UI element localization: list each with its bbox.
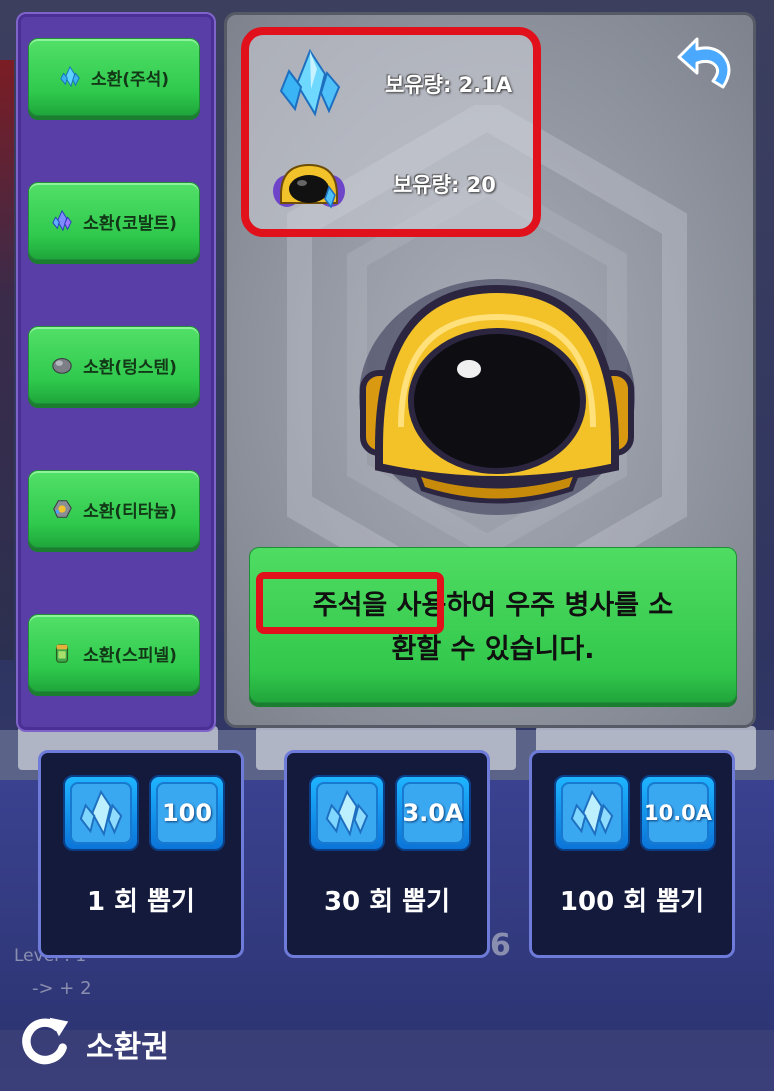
draw-1-button[interactable]: 100 1 회 뽑기 [38, 750, 244, 958]
summon-type-menu: 소환(주석) 소환(코발트) 소환(텅스텐) 소환(티타늄) 소환(스피넬) [16, 12, 216, 732]
footer-bar: 소환권 [0, 1000, 774, 1091]
background-level-sub: -> + 2 [32, 978, 92, 999]
helmet-ticket-icon [273, 163, 345, 209]
refresh-icon[interactable] [16, 1014, 72, 1070]
summon-description-box: 주석을 사용하여 우주 병사를 소 환할 수 있습니다. [249, 547, 737, 703]
draw-cost-tile: 10.0A [640, 775, 716, 851]
spinel-canister-icon [56, 644, 69, 663]
holdings-box: 보유량: 2.1A 보유량: 20 [241, 27, 541, 237]
draw-label: 1 회 뽑기 [87, 887, 195, 917]
draw-label: 100 회 뽑기 [559, 887, 705, 917]
draw-cost: 100 [161, 799, 213, 827]
summon-cobalt-label: 소환(코발트) [83, 213, 177, 234]
tungsten-ore-icon [52, 358, 72, 374]
summon-spinel-button[interactable]: 소환(스피넬) [28, 614, 200, 692]
summon-tin-button[interactable]: 소환(주석) [28, 38, 200, 116]
crystal-icon [279, 49, 341, 117]
crystal-icon [79, 789, 123, 837]
draw-label: 30 회 뽑기 [323, 887, 451, 917]
back-arrow-icon[interactable] [675, 33, 739, 97]
draw-cost: 3.0A [402, 799, 464, 827]
draw-cost: 10.0A [643, 801, 713, 825]
crystal-icon [325, 789, 369, 837]
titanium-ore-icon [53, 500, 72, 518]
summon-cobalt-button[interactable]: 소환(코발트) [28, 182, 200, 260]
draw-cost-tile: 3.0A [395, 775, 471, 851]
summon-tin-label: 소환(주석) [90, 69, 170, 90]
crystal-holding-amount: 보유량: 2.1A [385, 73, 513, 97]
draw-30-button[interactable]: 3.0A 30 회 뽑기 [284, 750, 490, 958]
draw-cost-tile: 100 [149, 775, 225, 851]
draw-currency-tile [554, 775, 630, 851]
crystal-holding-row: 보유량: 2.1A [249, 45, 533, 125]
summon-tungsten-label: 소환(텅스텐) [83, 357, 177, 378]
summon-ticket-label[interactable]: 소환권 [86, 1022, 169, 1066]
draw-currency-tile [63, 775, 139, 851]
draw-100-button[interactable]: 10.0A 100 회 뽑기 [529, 750, 735, 958]
draw-currency-tile [309, 775, 385, 851]
summon-description-line2: 환할 수 있습니다. [391, 634, 595, 665]
summon-tungsten-button[interactable]: 소환(텅스텐) [28, 326, 200, 404]
summon-titanium-button[interactable]: 소환(티타늄) [28, 470, 200, 548]
helmet-ticket-holding-row: 보유량: 20 [249, 145, 533, 225]
cobalt-crystal-icon [52, 210, 72, 232]
background-scene-edge [0, 60, 14, 660]
helmet-ticket-holding-amount: 보유량: 20 [393, 173, 496, 197]
summon-detail-panel: 보유량: 2.1A 보유량: 20 주석을 사용하여 우주 병사를 소 환할 수… [224, 12, 756, 728]
description-highlight-box [256, 572, 444, 634]
space-helmet-image [359, 279, 635, 515]
background-number: 6 [490, 928, 511, 963]
crystal-icon [570, 789, 614, 837]
crystal-icon [60, 66, 80, 88]
summon-titanium-label: 소환(티타늄) [83, 501, 177, 522]
summon-spinel-label: 소환(스피넬) [83, 645, 177, 666]
